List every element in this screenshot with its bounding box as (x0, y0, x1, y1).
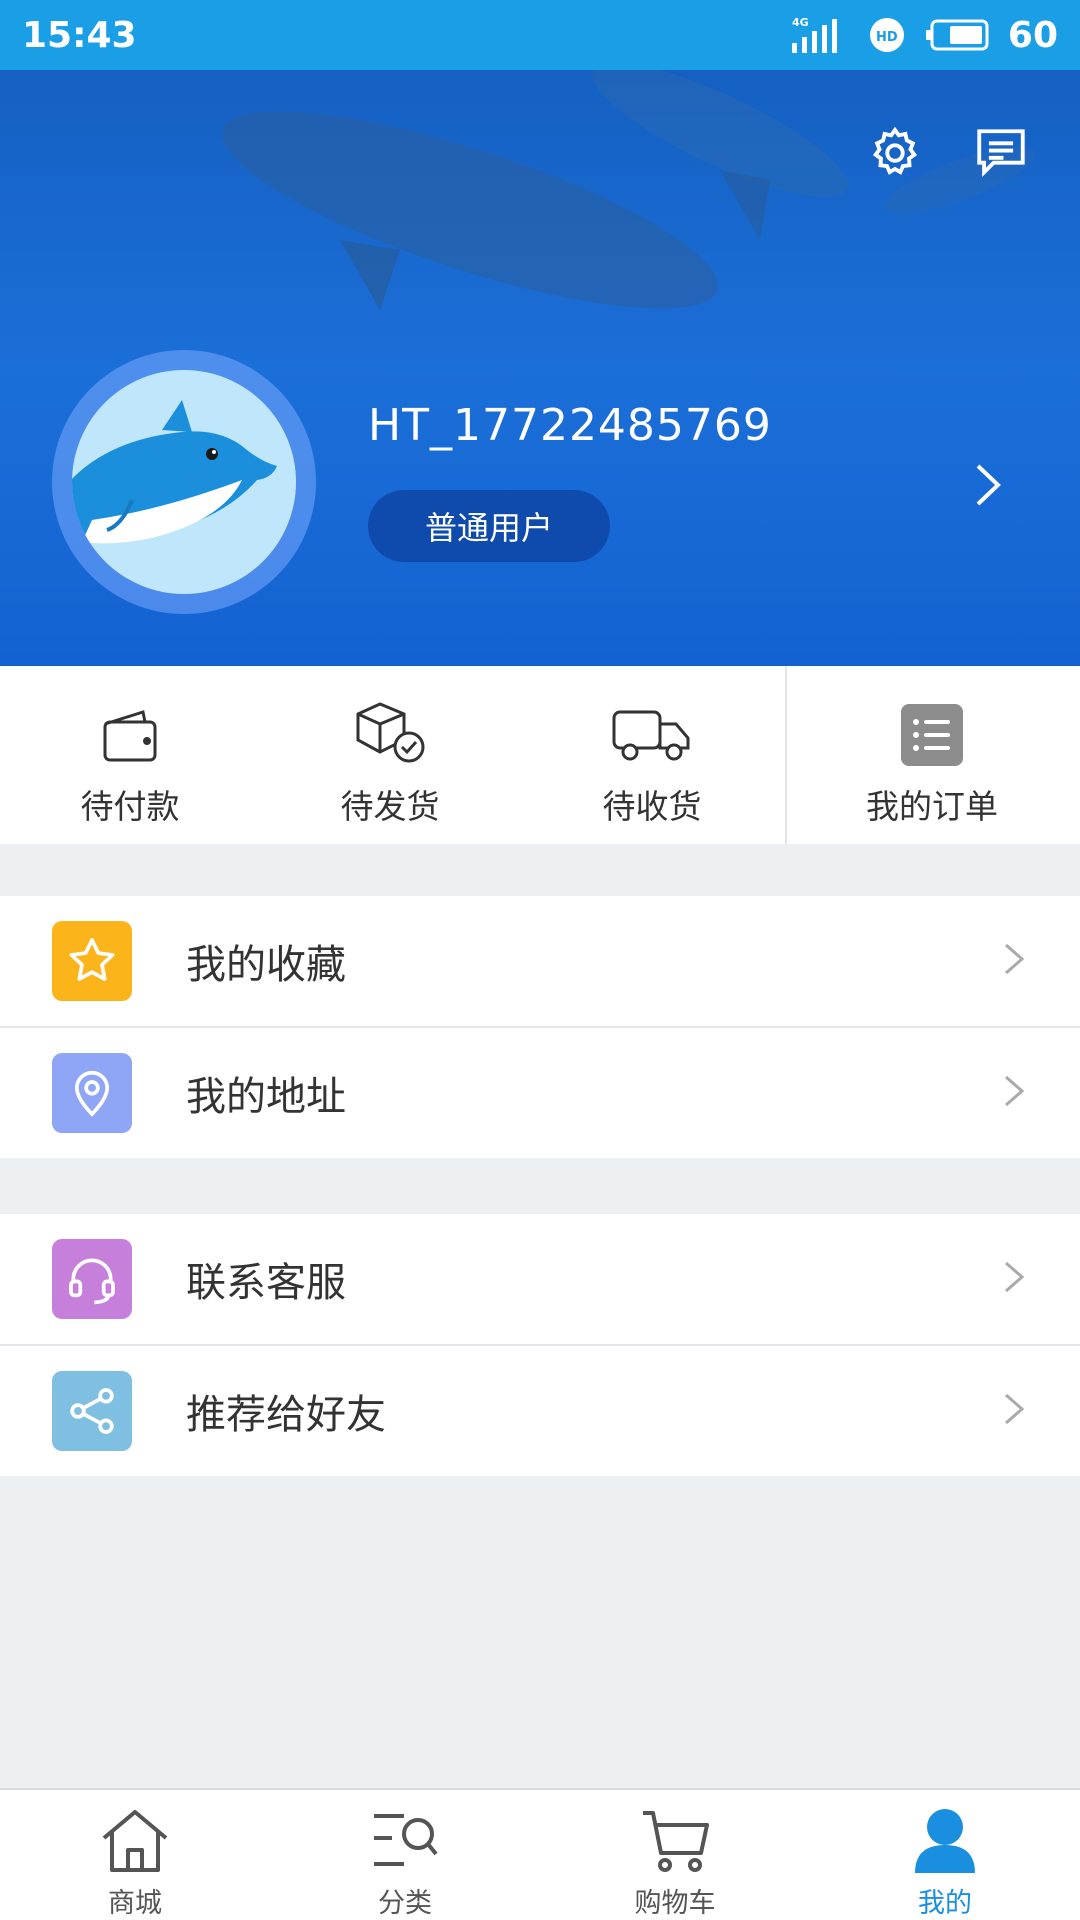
order-status-bar: 待付款 待发货 待收货 我的订单 (0, 666, 1080, 844)
order-label: 待付款 (80, 787, 180, 826)
battery-icon (924, 18, 990, 52)
chevron-right-icon[interactable] (970, 460, 1006, 514)
chevron-right-icon (1000, 1071, 1028, 1115)
headset-icon (52, 1239, 132, 1319)
home-icon (100, 1806, 170, 1875)
package-check-icon (352, 696, 428, 766)
menu-group: 联系客服 推荐给好友 (0, 1214, 1080, 1476)
truck-icon (610, 696, 694, 766)
menu-item-favorites[interactable]: 我的收藏 (0, 896, 1080, 1026)
message-icon[interactable] (966, 118, 1036, 188)
menu-label: 推荐给好友 (186, 1392, 386, 1438)
tab-label: 我的 (918, 1888, 972, 1919)
tab-cart[interactable]: 购物车 (540, 1790, 810, 1920)
bottom-tab-bar: 商城 分类 购物车 我的 (0, 1788, 1080, 1920)
username: HT_17722485769 (368, 400, 772, 451)
dolphin-avatar-image (72, 370, 296, 594)
order-pending-payment[interactable]: 待付款 (30, 666, 230, 844)
menu-group: 我的收藏 我的地址 (0, 896, 1080, 1158)
order-label: 待发货 (340, 787, 440, 826)
share-icon (52, 1371, 132, 1451)
battery-level: 60 (1007, 14, 1058, 56)
star-icon (52, 921, 132, 1001)
menu-label: 我的地址 (186, 1074, 346, 1120)
tab-mine[interactable]: 我的 (810, 1790, 1080, 1920)
status-icons: 4G HD 60 (790, 15, 1058, 56)
menu-label: 我的收藏 (186, 942, 346, 988)
tab-label: 分类 (378, 1888, 432, 1919)
order-list-icon (901, 696, 963, 766)
tab-mall[interactable]: 商城 (0, 1790, 270, 1920)
order-label: 待收货 (602, 787, 702, 826)
menu-item-customer-service[interactable]: 联系客服 (0, 1214, 1080, 1344)
svg-text:4G: 4G (792, 16, 809, 29)
category-search-icon (370, 1806, 440, 1875)
avatar[interactable] (52, 350, 316, 614)
order-pending-shipment[interactable]: 待发货 (290, 666, 490, 844)
order-label: 我的订单 (866, 787, 998, 826)
my-orders[interactable]: 我的订单 (832, 666, 1032, 844)
divider (785, 666, 787, 844)
tab-category[interactable]: 分类 (270, 1790, 540, 1920)
order-pending-receipt[interactable]: 待收货 (552, 666, 752, 844)
menu-item-address[interactable]: 我的地址 (0, 1026, 1080, 1158)
tab-label: 购物车 (634, 1888, 716, 1919)
profile-header: HT_17722485769 普通用户 (0, 70, 1080, 666)
status-bar: 15:43 4G HD 60 (0, 0, 1080, 70)
chevron-right-icon (1000, 1257, 1028, 1301)
svg-text:HD: HD (876, 30, 898, 45)
menu-item-share[interactable]: 推荐给好友 (0, 1344, 1080, 1476)
menu-label: 联系客服 (186, 1260, 346, 1306)
tab-label: 商城 (108, 1888, 162, 1919)
signal-icon: 4G (790, 15, 850, 55)
status-time: 15:43 (22, 14, 137, 56)
chevron-right-icon (1000, 1389, 1028, 1433)
wallet-icon (99, 696, 161, 766)
location-pin-icon (52, 1053, 132, 1133)
settings-icon[interactable] (860, 118, 930, 188)
user-level-badge: 普通用户 (368, 490, 610, 562)
hd-icon: HD (868, 16, 906, 54)
cart-icon (639, 1806, 711, 1875)
chevron-right-icon (1000, 939, 1028, 983)
user-icon (913, 1806, 977, 1875)
